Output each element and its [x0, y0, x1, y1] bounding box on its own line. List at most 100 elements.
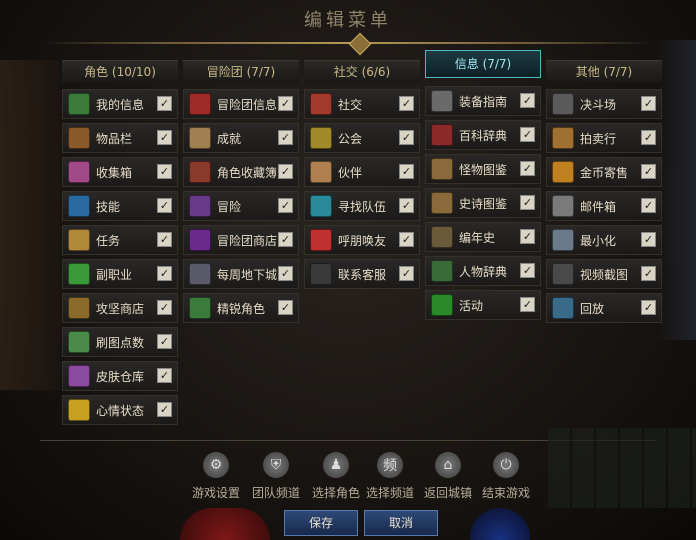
column-header[interactable]: 其他 (7/7) — [546, 60, 662, 83]
column-header[interactable]: 社交 (6/6) — [304, 60, 420, 83]
menu-item-checkbox[interactable]: ✓ — [520, 195, 535, 210]
menu-item-checkbox[interactable]: ✓ — [157, 96, 172, 111]
menu-item[interactable]: 寻找队伍 ✓ — [304, 191, 420, 221]
menu-item-label: 攻坚商店 — [96, 301, 145, 316]
menu-item-checkbox[interactable]: ✓ — [278, 164, 293, 179]
menu-item-checkbox[interactable]: ✓ — [157, 300, 172, 315]
menu-item[interactable]: 收集箱 ✓ — [62, 157, 178, 187]
system-button[interactable]: 频选择频道 — [360, 452, 420, 501]
menu-item[interactable]: 公会 ✓ — [304, 123, 420, 153]
menu-item-checkbox[interactable]: ✓ — [520, 297, 535, 312]
menu-item[interactable]: 角色收藏簿 ✓ — [183, 157, 299, 187]
menu-item-checkbox[interactable]: ✓ — [157, 368, 172, 383]
system-button[interactable]: ⏻ 结束游戏 — [476, 452, 536, 501]
menu-item-checkbox[interactable]: ✓ — [399, 266, 414, 281]
menu-item[interactable]: 人物辞典 ✓ — [425, 256, 541, 286]
menu-item[interactable]: 呼朋唤友 ✓ — [304, 225, 420, 255]
menu-item-checkbox[interactable]: ✓ — [641, 96, 656, 111]
menu-item-label: 物品栏 — [96, 131, 133, 146]
menu-item[interactable]: 怪物图鉴 ✓ — [425, 154, 541, 184]
menu-item-checkbox[interactable]: ✓ — [157, 130, 172, 145]
menu-item[interactable]: 皮肤仓库 ✓ — [62, 361, 178, 391]
menu-item-checkbox[interactable]: ✓ — [520, 229, 535, 244]
menu-item-checkbox[interactable]: ✓ — [520, 263, 535, 278]
menu-item-checkbox[interactable]: ✓ — [278, 96, 293, 111]
cancel-button[interactable]: 取消 — [364, 510, 438, 536]
menu-item[interactable]: 金币寄售 ✓ — [546, 157, 662, 187]
menu-item[interactable]: 联系客服 ✓ — [304, 259, 420, 289]
menu-item[interactable]: 攻坚商店 ✓ — [62, 293, 178, 323]
menu-item-checkbox[interactable]: ✓ — [278, 198, 293, 213]
menu-item-checkbox[interactable]: ✓ — [520, 127, 535, 142]
column-header[interactable]: 信息 (7/7) — [425, 50, 541, 78]
menu-item-label: 每周地下城 — [217, 267, 278, 282]
menu-item[interactable]: 活动 ✓ — [425, 290, 541, 320]
menu-item[interactable]: 物品栏 ✓ — [62, 123, 178, 153]
minimize-icon — [552, 229, 574, 251]
menu-item-label: 寻找队伍 — [338, 199, 387, 214]
system-button[interactable]: ⛨ 团队频道 — [246, 452, 306, 501]
menu-item-checkbox[interactable]: ✓ — [278, 232, 293, 247]
menu-item[interactable]: 副职业 ✓ — [62, 259, 178, 289]
menu-item[interactable]: 史诗图鉴 ✓ — [425, 188, 541, 218]
menu-item[interactable]: 技能 ✓ — [62, 191, 178, 221]
menu-item-checkbox[interactable]: ✓ — [399, 96, 414, 111]
menu-item[interactable]: 冒险团商店 ✓ — [183, 225, 299, 255]
menu-item[interactable]: 回放 ✓ — [546, 293, 662, 323]
menu-item[interactable]: 决斗场 ✓ — [546, 89, 662, 119]
menu-item[interactable]: 视频截图 ✓ — [546, 259, 662, 289]
menu-item[interactable]: 邮件箱 ✓ — [546, 191, 662, 221]
menu-item-checkbox[interactable]: ✓ — [278, 130, 293, 145]
menu-item[interactable]: 拍卖行 ✓ — [546, 123, 662, 153]
shield-icon — [310, 93, 332, 115]
menu-item[interactable]: 心情状态 ✓ — [62, 395, 178, 425]
menu-item-checkbox[interactable]: ✓ — [641, 266, 656, 281]
menu-item-checkbox[interactable]: ✓ — [157, 232, 172, 247]
menu-item-checkbox[interactable]: ✓ — [157, 198, 172, 213]
menu-item-checkbox[interactable]: ✓ — [641, 198, 656, 213]
menu-item[interactable]: 冒险团信息 ✓ — [183, 89, 299, 119]
menu-item-checkbox[interactable]: ✓ — [641, 300, 656, 315]
menu-item-checkbox[interactable]: ✓ — [399, 164, 414, 179]
chest-icon — [68, 297, 90, 319]
menu-item-checkbox[interactable]: ✓ — [399, 130, 414, 145]
menu-item-checkbox[interactable]: ✓ — [278, 266, 293, 281]
menu-item[interactable]: 精锐角色 ✓ — [183, 293, 299, 323]
system-button[interactable]: ⌂ 返回城镇 — [418, 452, 478, 501]
menu-item[interactable]: 伙伴 ✓ — [304, 157, 420, 187]
menu-item[interactable]: 我的信息 ✓ — [62, 89, 178, 119]
system-button-label: 选择频道 — [365, 486, 414, 500]
column-header[interactable]: 冒险团 (7/7) — [183, 60, 299, 83]
menu-item[interactable]: 最小化 ✓ — [546, 225, 662, 255]
menu-item-checkbox[interactable]: ✓ — [520, 93, 535, 108]
menu-item[interactable]: 百科辞典 ✓ — [425, 120, 541, 150]
menu-item[interactable]: 成就 ✓ — [183, 123, 299, 153]
menu-item[interactable]: 社交 ✓ — [304, 89, 420, 119]
menu-item-checkbox[interactable]: ✓ — [399, 198, 414, 213]
menu-item[interactable]: 每周地下城 ✓ — [183, 259, 299, 289]
menu-item-checkbox[interactable]: ✓ — [641, 232, 656, 247]
calendar-icon — [431, 294, 453, 316]
menu-item-checkbox[interactable]: ✓ — [157, 402, 172, 417]
menu-item-checkbox[interactable]: ✓ — [399, 232, 414, 247]
book-icon — [431, 192, 453, 214]
system-button[interactable]: ⚙ 游戏设置 — [186, 452, 246, 501]
menu-item[interactable]: 编年史 ✓ — [425, 222, 541, 252]
menu-item-checkbox[interactable]: ✓ — [520, 161, 535, 176]
banner-icon — [189, 93, 211, 115]
menu-item-label: 最小化 — [580, 233, 617, 248]
menu-item-checkbox[interactable]: ✓ — [157, 334, 172, 349]
menu-item-checkbox[interactable]: ✓ — [157, 164, 172, 179]
save-button[interactable]: 保存 — [284, 510, 358, 536]
menu-item-checkbox[interactable]: ✓ — [157, 266, 172, 281]
system-button[interactable]: ♟ 选择角色 — [306, 452, 366, 501]
menu-item-checkbox[interactable]: ✓ — [641, 130, 656, 145]
menu-item-checkbox[interactable]: ✓ — [278, 300, 293, 315]
column-header[interactable]: 角色 (10/10) — [62, 60, 178, 83]
menu-item[interactable]: 冒险 ✓ — [183, 191, 299, 221]
menu-item[interactable]: 刷图点数 ✓ — [62, 327, 178, 357]
menu-item[interactable]: 装备指南 ✓ — [425, 86, 541, 116]
menu-item[interactable]: 任务 ✓ — [62, 225, 178, 255]
menu-item-checkbox[interactable]: ✓ — [641, 164, 656, 179]
gate-icon — [189, 263, 211, 285]
